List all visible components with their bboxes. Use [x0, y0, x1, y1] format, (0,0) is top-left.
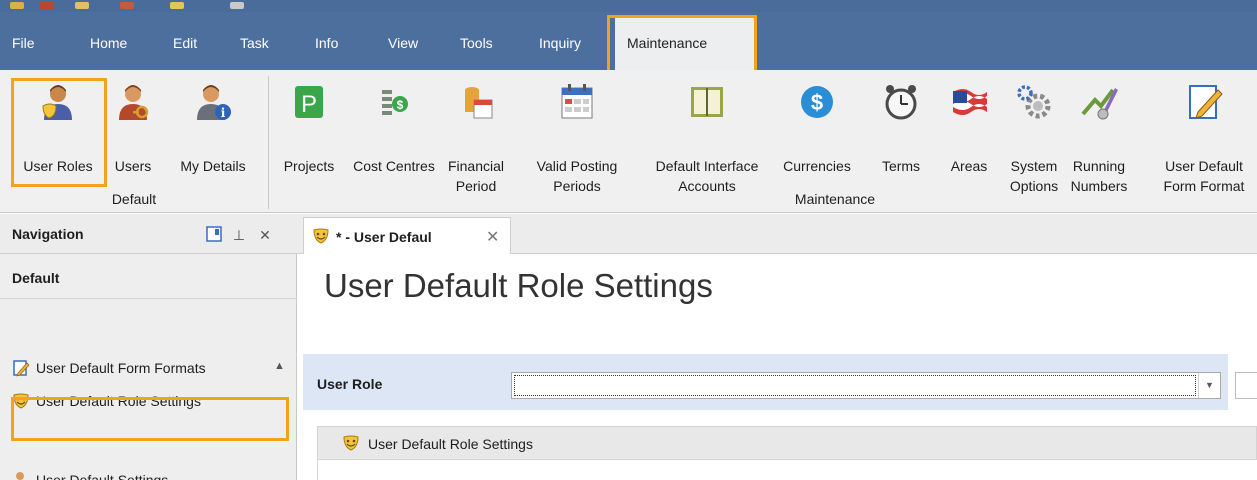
user-role-value: [514, 375, 1196, 396]
flag-icon: [953, 89, 987, 115]
divider: [0, 298, 297, 299]
menu-bar: File Home Edit Task Info View Tools Inqu…: [0, 12, 1257, 70]
cost-centres-button[interactable]: $ Cost Centres: [351, 70, 437, 190]
financial-period-label: Financial Period: [442, 156, 510, 196]
navigation-title: Navigation: [12, 226, 84, 242]
user-default-form-format-line1: User Default: [1165, 158, 1243, 174]
users-button[interactable]: Users: [108, 70, 158, 190]
menu-edit[interactable]: Edit: [173, 35, 197, 51]
menu-info[interactable]: Info: [315, 35, 338, 51]
section-title: User Default Role Settings: [368, 436, 533, 452]
menu-maintenance[interactable]: Maintenance: [615, 17, 756, 70]
tab-label: * - User Defaul: [336, 229, 432, 245]
maintenance-group-label: Maintenance: [794, 191, 876, 207]
ledger-book-icon: [691, 87, 723, 117]
user-role-bar: User Role ▼: [303, 354, 1228, 410]
nav-item-label: User Default Form Formats: [36, 360, 206, 376]
navigation-group-default: Default: [12, 270, 60, 286]
projects-label: Projects: [283, 158, 335, 174]
currencies-label: Currencies: [783, 158, 851, 174]
default-interface-line1: Default Interface: [655, 158, 759, 174]
menu-home[interactable]: Home: [90, 35, 127, 51]
my-details-icon: i: [197, 85, 231, 120]
calendar-icon: [561, 84, 593, 119]
projects-button[interactable]: P Projects: [277, 70, 341, 190]
areas-button[interactable]: Areas: [940, 70, 998, 190]
nav-item-label: User Default Settings: [36, 472, 169, 480]
my-details-button[interactable]: i My Details: [166, 70, 260, 190]
navigation-header: Navigation ⊥ ✕: [0, 214, 297, 254]
valid-posting-line1: Valid Posting: [536, 158, 618, 174]
user-role-label: User Role: [317, 376, 383, 392]
user-default-form-format-button[interactable]: User Default Form Format: [1152, 70, 1256, 194]
chevron-down-icon[interactable]: ▼: [1198, 373, 1220, 398]
valid-posting-periods-label: Valid Posting Periods: [512, 156, 642, 196]
gear-icon: [1017, 85, 1051, 119]
quick-access-toolbar: [0, 0, 1257, 12]
default-group-label: Default: [111, 191, 157, 207]
user-role-dropdown[interactable]: ▼: [511, 372, 1221, 399]
valid-posting-periods-button[interactable]: Valid Posting Periods: [512, 70, 642, 194]
financial-period-icon: [465, 87, 493, 119]
financial-period-line1: Financial: [447, 158, 505, 174]
user-roles-icon: [42, 85, 72, 120]
page-title: User Default Role Settings: [324, 267, 713, 304]
menu-inquiry[interactable]: Inquiry: [539, 35, 581, 51]
svg-text:$: $: [811, 90, 823, 115]
alarm-clock-icon: [885, 85, 917, 120]
system-options-line1: System: [1010, 158, 1058, 174]
close-icon[interactable]: ✕: [486, 227, 499, 247]
group-separator: [268, 76, 269, 209]
terms-button[interactable]: Terms: [874, 70, 928, 190]
system-options-label: System Options: [1005, 156, 1063, 196]
menu-view[interactable]: View: [388, 35, 418, 51]
svg-text:$: $: [397, 98, 404, 112]
svg-text:i: i: [221, 106, 226, 120]
theater-mask-icon: [343, 435, 359, 451]
running-numbers-button[interactable]: Running Numbers: [1066, 70, 1132, 194]
running-numbers-line1: Running: [1072, 158, 1126, 174]
navigation-panel: Navigation ⊥ ✕ Default User Default Form…: [0, 214, 297, 480]
menu-file[interactable]: File: [12, 35, 35, 51]
running-numbers-icon: [1081, 88, 1118, 120]
user-roles-button[interactable]: User Roles: [12, 70, 104, 190]
running-numbers-label: Running Numbers: [1066, 156, 1132, 196]
theater-mask-icon: [313, 228, 329, 244]
user-default-form-format-label: User Default Form Format: [1152, 156, 1256, 196]
tab-user-default-role-settings[interactable]: * - User Defaul ✕: [303, 217, 511, 254]
my-details-label: My Details: [180, 158, 246, 174]
user-role-extra-control[interactable]: [1235, 372, 1257, 399]
ribbon: User Roles Users i My Details Default P …: [0, 70, 1257, 213]
section-header[interactable]: User Default Role Settings: [317, 426, 1257, 460]
terms-label: Terms: [881, 158, 921, 174]
document-tab-bar: * - User Defaul ✕: [297, 214, 1257, 254]
auto-hide-icon[interactable]: [205, 226, 223, 244]
user-roles-label: User Roles: [23, 158, 93, 174]
pin-icon[interactable]: ⊥: [230, 226, 248, 244]
user-settings-icon: [16, 472, 24, 480]
users-label: Users: [114, 158, 152, 174]
areas-label: Areas: [950, 158, 988, 174]
cost-centres-label: Cost Centres: [353, 158, 435, 174]
scroll-up-icon[interactable]: ▲: [274, 360, 285, 372]
currency-dollar-icon: $: [801, 86, 833, 118]
svg-text:P: P: [301, 91, 317, 118]
users-icon: [119, 85, 149, 120]
currencies-button[interactable]: $ Currencies: [773, 70, 861, 190]
financial-period-button[interactable]: Financial Period: [442, 70, 510, 194]
system-options-button[interactable]: System Options: [1005, 70, 1063, 194]
default-interface-accounts-button[interactable]: Default Interface Accounts: [645, 70, 769, 194]
menu-task[interactable]: Task: [240, 35, 269, 51]
document-area: * - User Defaul ✕ User Default Role Sett…: [297, 214, 1257, 480]
default-interface-accounts-label: Default Interface Accounts: [645, 156, 769, 196]
cost-centres-icon: $: [382, 90, 408, 115]
close-icon[interactable]: ✕: [256, 226, 274, 244]
menu-tools[interactable]: Tools: [460, 35, 493, 51]
section-body: [317, 460, 1257, 480]
form-edit-icon: [13, 360, 30, 377]
nav-item-label: User Default Role Settings: [36, 393, 201, 409]
theater-mask-icon: [13, 393, 29, 409]
form-edit-icon: [1189, 85, 1223, 119]
projects-icon: P: [295, 86, 323, 118]
